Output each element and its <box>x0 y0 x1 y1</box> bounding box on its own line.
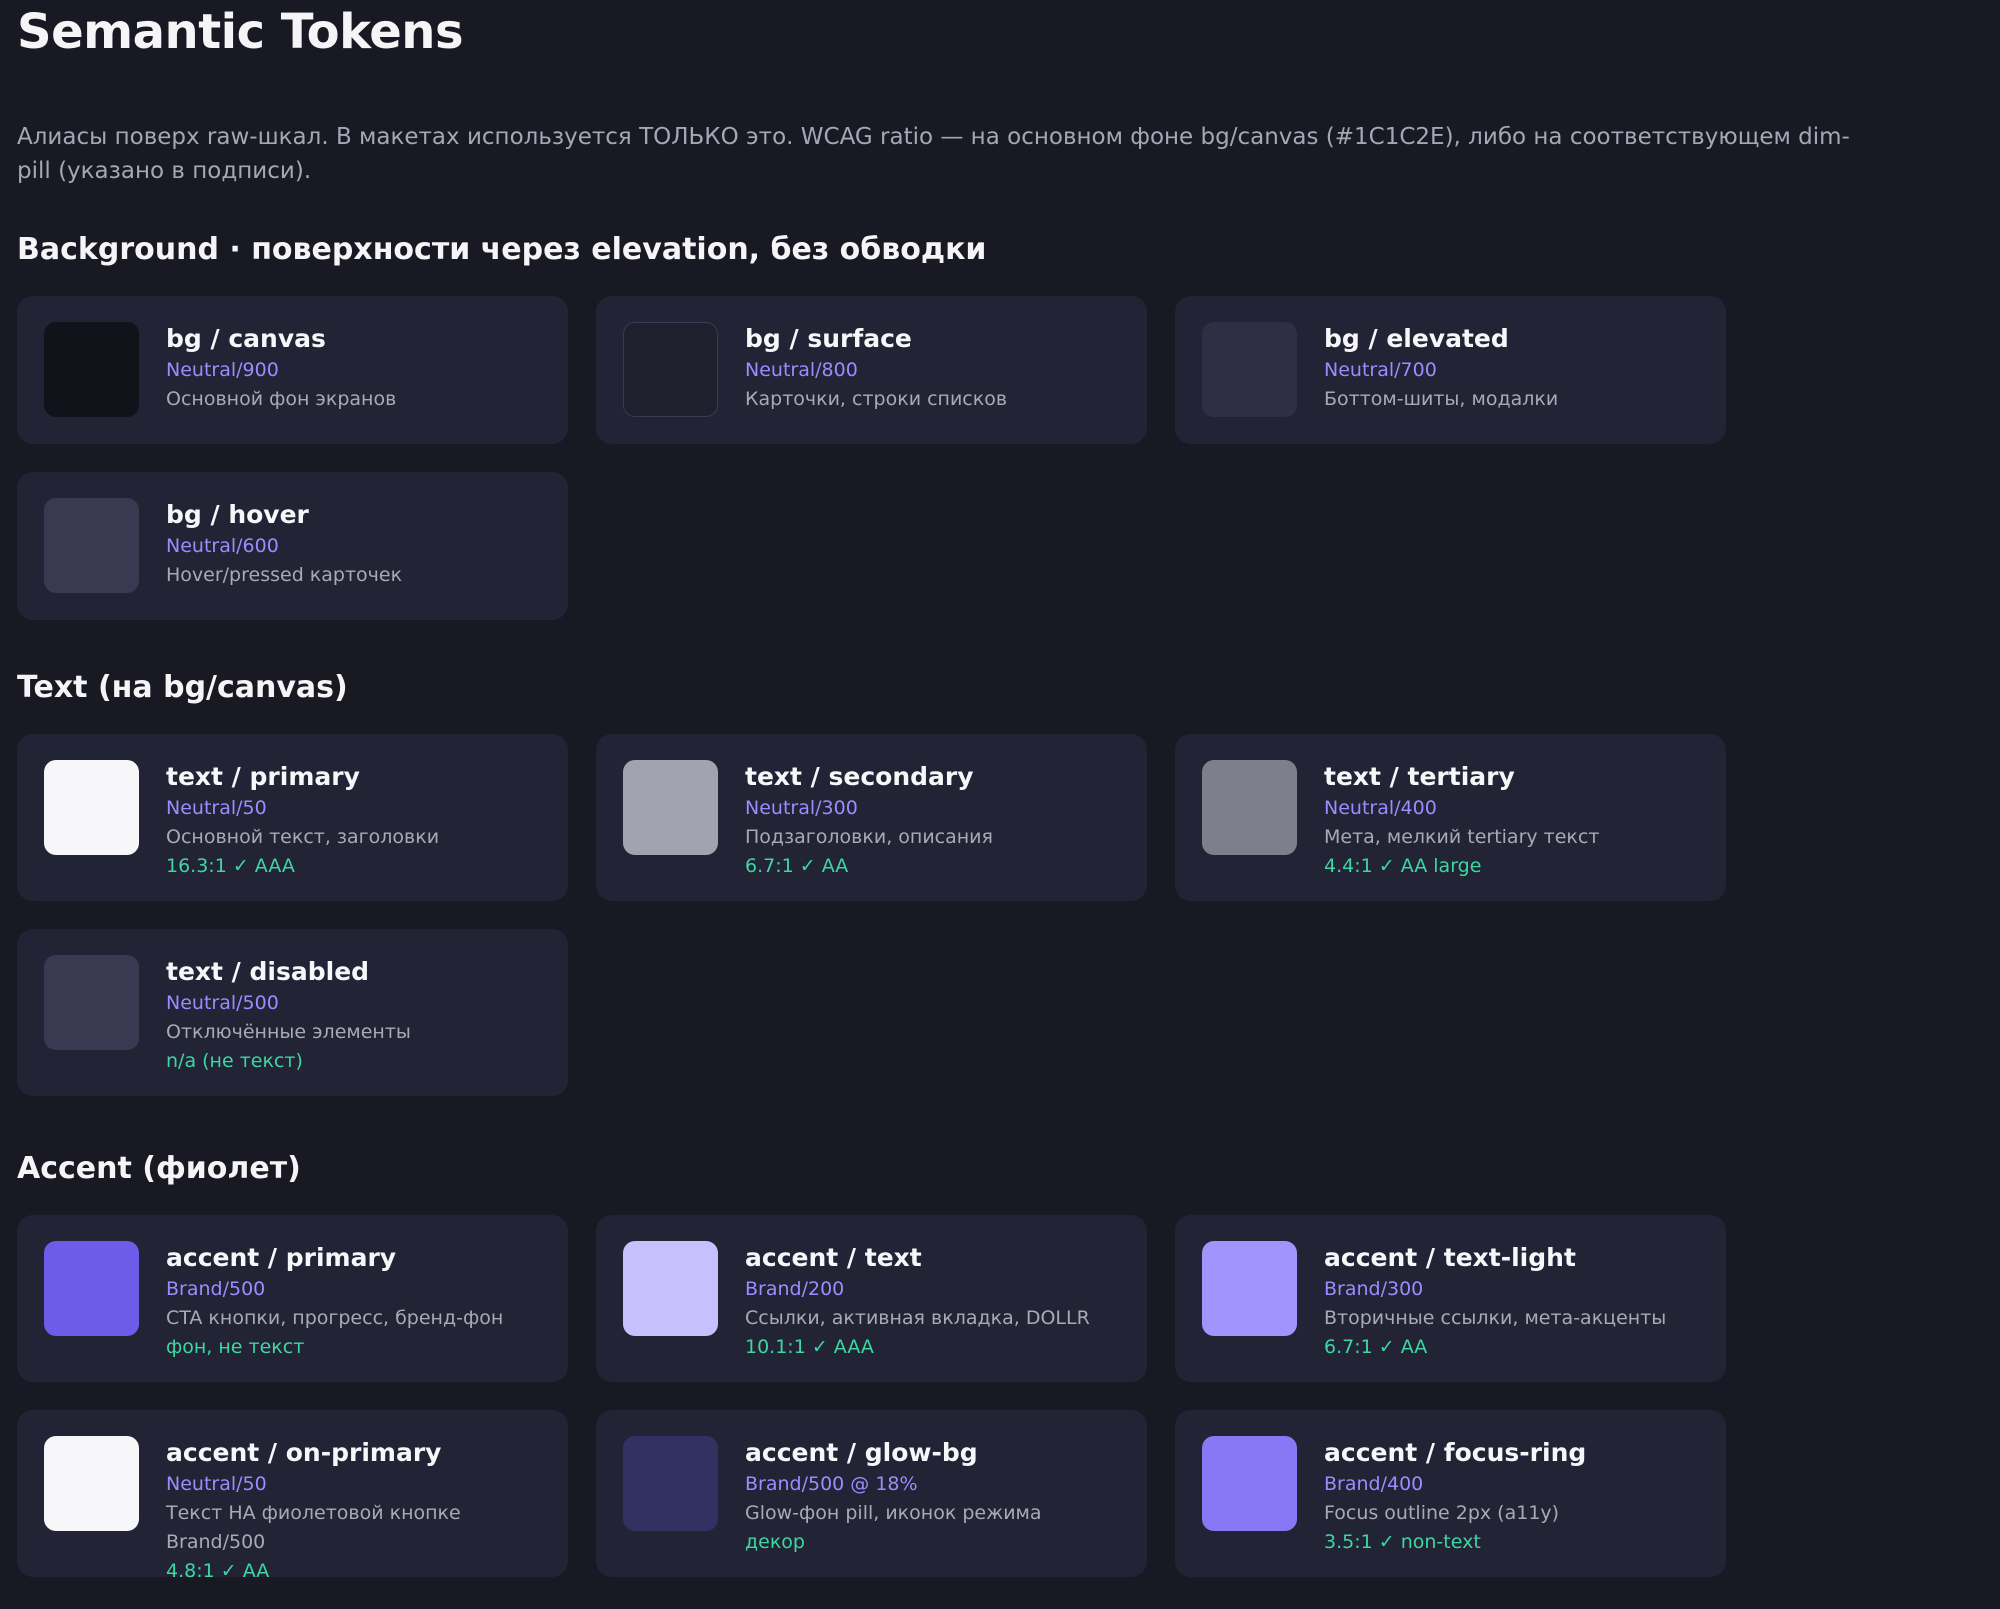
token-ref: Neutral/800 <box>745 359 858 381</box>
token-desc: Подзаголовки, описания <box>745 826 993 848</box>
token-grid: text / primary Neutral/50 Основной текст… <box>17 734 1983 1096</box>
token-desc: Карточки, строки списков <box>745 388 1008 410</box>
section-background: Background · поверхности через elevation… <box>17 230 1983 620</box>
token-card-accent-text-light: accent / text-light Brand/300 Вторичные … <box>1175 1215 1726 1382</box>
token-card-accent-text: accent / text Brand/200 Ссылки, активная… <box>596 1215 1147 1382</box>
token-ref: Neutral/50 <box>166 797 267 819</box>
token-desc: Отключённые элементы <box>166 1021 411 1043</box>
token-desc: Hover/pressed карточек <box>166 564 403 586</box>
token-desc: Текст НА фиолетовой кнопке Brand/500 <box>166 1502 461 1553</box>
token-desc: CTA кнопки, прогресс, бренд-фон <box>166 1307 504 1329</box>
token-ref: Brand/500 <box>166 1278 266 1300</box>
token-desc: Glow-фон pill, иконок режима <box>745 1502 1042 1524</box>
token-name: text / secondary <box>745 762 974 791</box>
token-ref: Brand/400 <box>1324 1473 1424 1495</box>
token-card-accent-glow-bg: accent / glow-bg Brand/500 @ 18% Glow-фо… <box>596 1410 1147 1577</box>
token-ref: Brand/500 @ 18% <box>745 1473 918 1495</box>
token-name: bg / surface <box>745 324 912 353</box>
token-desc: Ссылки, активная вкладка, DOLLR <box>745 1307 1090 1329</box>
section-accent: Accent (фиолет) accent / primary Brand/5… <box>17 1149 1983 1582</box>
token-card-accent-primary: accent / primary Brand/500 CTA кнопки, п… <box>17 1215 568 1382</box>
contrast-ratio: n/a (не текст) <box>166 1050 303 1072</box>
token-ref: Neutral/700 <box>1324 359 1437 381</box>
token-ref: Neutral/400 <box>1324 797 1437 819</box>
token-name: bg / canvas <box>166 324 326 353</box>
page-lead: Алиасы поверх raw-шкал. В макетах исполь… <box>17 124 1850 184</box>
contrast-ratio: 6.7:1 ✓ AA <box>1324 1336 1428 1358</box>
color-swatch <box>623 1436 718 1531</box>
token-name: bg / elevated <box>1324 324 1509 353</box>
token-desc: Основной текст, заголовки <box>166 826 440 848</box>
section-heading: Background · поверхности через elevation… <box>17 232 987 267</box>
contrast-ratio: 6.7:1 ✓ AA <box>745 855 849 877</box>
color-swatch <box>44 760 139 855</box>
token-ref: Neutral/900 <box>166 359 279 381</box>
color-swatch <box>1202 322 1297 417</box>
color-swatch <box>44 498 139 593</box>
token-name: bg / hover <box>166 500 309 529</box>
token-desc: Боттом-шиты, модалки <box>1324 388 1559 410</box>
color-swatch <box>623 760 718 855</box>
token-card-accent-on-primary: accent / on-primary Neutral/50 Текст НА … <box>17 1410 568 1582</box>
contrast-ratio: 4.8:1 ✓ AA <box>166 1560 270 1582</box>
token-desc: Вторичные ссылки, мета-акценты <box>1324 1307 1667 1329</box>
token-ref: Neutral/500 <box>166 992 279 1014</box>
token-card-text-primary: text / primary Neutral/50 Основной текст… <box>17 734 568 901</box>
page-title: Semantic Tokens <box>17 4 464 60</box>
token-name: accent / text-light <box>1324 1243 1576 1272</box>
token-card-bg-hover: bg / hover Neutral/600 Hover/pressed кар… <box>17 472 568 620</box>
section-heading: Text (на bg/canvas) <box>17 670 348 705</box>
token-name: accent / text <box>745 1243 922 1272</box>
token-name: accent / glow-bg <box>745 1438 978 1467</box>
token-ref: Neutral/300 <box>745 797 858 819</box>
contrast-ratio: 10.1:1 ✓ AAA <box>745 1336 874 1358</box>
contrast-ratio: фон, не текст <box>166 1336 305 1358</box>
token-card-bg-surface: bg / surface Neutral/800 Карточки, строк… <box>596 296 1147 444</box>
color-swatch <box>623 1241 718 1336</box>
token-card-accent-focus-ring: accent / focus-ring Brand/400 Focus outl… <box>1175 1410 1726 1577</box>
token-name: accent / focus-ring <box>1324 1438 1587 1467</box>
token-card-bg-elevated: bg / elevated Neutral/700 Боттом-шиты, м… <box>1175 296 1726 444</box>
section-heading: Accent (фиолет) <box>17 1151 301 1186</box>
color-swatch <box>44 1436 139 1531</box>
color-swatch <box>1202 760 1297 855</box>
token-desc: Основной фон экранов <box>166 388 397 410</box>
token-name: text / disabled <box>166 957 370 986</box>
token-card-text-tertiary: text / tertiary Neutral/400 Мета, мелкий… <box>1175 734 1726 901</box>
color-swatch <box>44 322 139 417</box>
token-name: accent / on-primary <box>166 1438 442 1467</box>
token-card-text-disabled: text / disabled Neutral/500 Отключённые … <box>17 929 568 1096</box>
token-ref: Brand/300 <box>1324 1278 1424 1300</box>
token-grid: accent / primary Brand/500 CTA кнопки, п… <box>17 1215 1983 1582</box>
token-desc: Focus outline 2px (a11y) <box>1324 1502 1560 1524</box>
token-ref: Brand/200 <box>745 1278 845 1300</box>
color-swatch <box>44 955 139 1050</box>
contrast-ratio: 4.4:1 ✓ AA large <box>1324 855 1482 877</box>
token-ref: Neutral/50 <box>166 1473 267 1495</box>
contrast-ratio: 3.5:1 ✓ non-text <box>1324 1531 1481 1553</box>
color-swatch <box>44 1241 139 1336</box>
token-name: text / primary <box>166 762 360 791</box>
token-card-bg-canvas: bg / canvas Neutral/900 Основной фон экр… <box>17 296 568 444</box>
contrast-ratio: декор <box>745 1531 805 1553</box>
color-swatch <box>1202 1436 1297 1531</box>
token-name: text / tertiary <box>1324 762 1515 791</box>
token-ref: Neutral/600 <box>166 535 279 557</box>
token-name: accent / primary <box>166 1243 397 1272</box>
token-grid: bg / canvas Neutral/900 Основной фон экр… <box>17 296 1983 620</box>
token-card-text-secondary: text / secondary Neutral/300 Подзаголовк… <box>596 734 1147 901</box>
color-swatch <box>623 322 718 417</box>
token-desc: Мета, мелкий tertiary текст <box>1324 826 1600 848</box>
color-swatch <box>1202 1241 1297 1336</box>
contrast-ratio: 16.3:1 ✓ AAA <box>166 855 295 877</box>
semantic-tokens-page: Semantic Tokens Алиасы поверх raw-шкал. … <box>0 0 2000 1582</box>
section-text: Text (на bg/canvas) text / primary Neutr… <box>17 668 1983 1096</box>
